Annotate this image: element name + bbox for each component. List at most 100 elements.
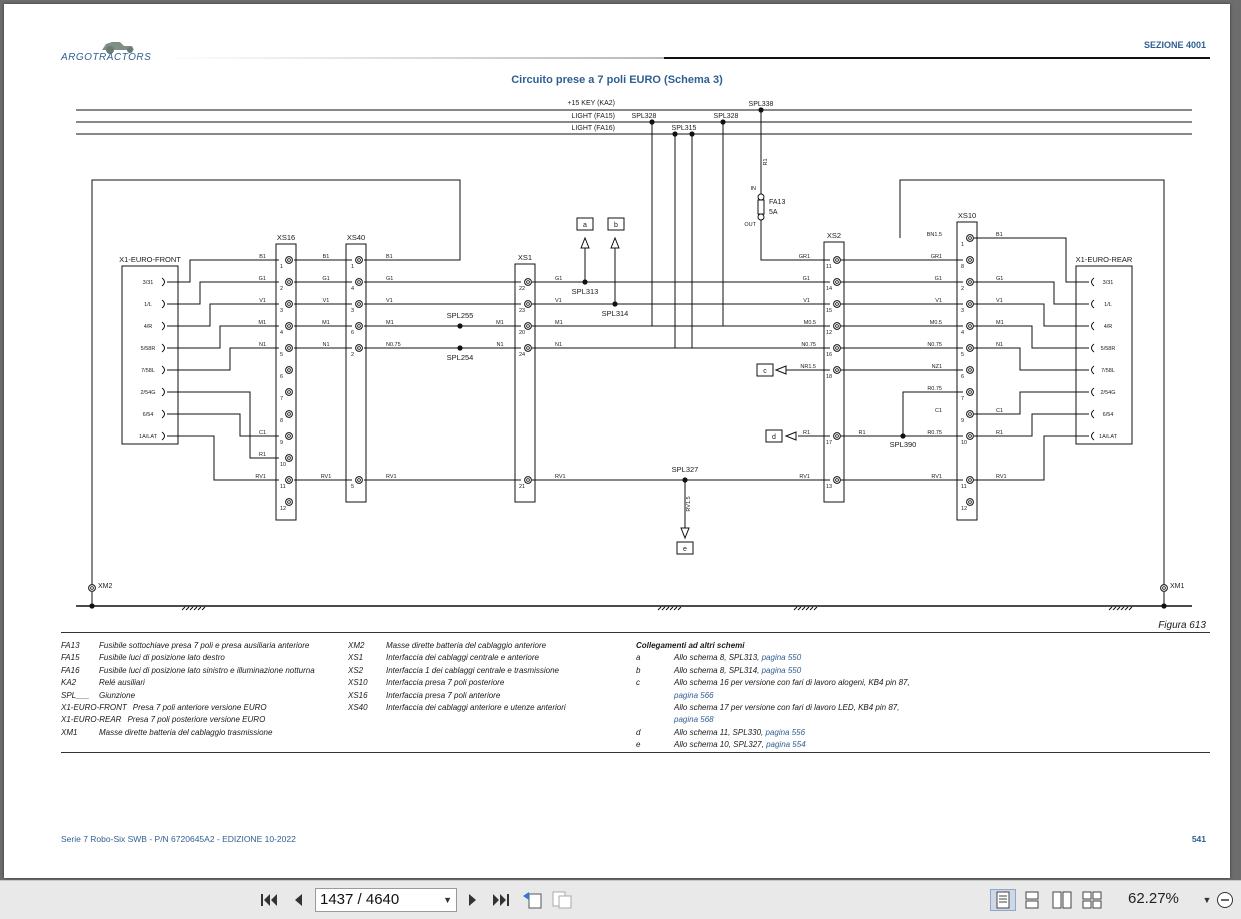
- ground-hatch: [1124, 606, 1129, 611]
- first-page-icon[interactable]: [258, 889, 280, 911]
- connector-pin-inner: [835, 346, 839, 350]
- connector-pin-inner: [526, 280, 530, 284]
- front-socket-pin: 3/31: [143, 280, 154, 286]
- legend-top-rule: [61, 632, 1210, 633]
- connector-pin-inner: [968, 412, 972, 416]
- connector-pin-inner: [526, 478, 530, 482]
- wire-label: RV1: [996, 474, 1007, 480]
- xs16-pin-number: 8: [280, 418, 283, 424]
- ground-hatch: [1108, 606, 1113, 611]
- xs16-pin-number: 5: [280, 352, 283, 358]
- next-page-icon[interactable]: [463, 889, 483, 911]
- connector-pin-inner: [287, 258, 291, 262]
- page-number-select[interactable]: 1437 / 4640 ▼: [315, 888, 457, 912]
- figure-caption: Figura 613: [1158, 620, 1206, 631]
- connector-pin-inner: [835, 324, 839, 328]
- ref-a: a: [583, 222, 587, 229]
- continuous-icon[interactable]: [1020, 889, 1044, 911]
- last-page-icon[interactable]: [490, 889, 512, 911]
- connector-pin-inner: [287, 324, 291, 328]
- ground-xm1-dot: [1161, 603, 1167, 609]
- ref-e: e: [683, 546, 687, 553]
- front-socket-pin: 4/R: [144, 324, 153, 330]
- wire-label: N0.75: [801, 342, 816, 348]
- single-page-icon[interactable]: [990, 889, 1016, 911]
- connector-pin-inner: [835, 302, 839, 306]
- xs40-pin-number: 5: [351, 484, 354, 490]
- xs16-pin-number: 12: [280, 506, 286, 512]
- ground-hatch: [1116, 606, 1121, 611]
- wire-label: M0.5: [804, 320, 816, 326]
- arrow-left-icon: [774, 365, 787, 375]
- ref-c: c: [763, 368, 767, 375]
- ground-hatch: [189, 606, 194, 611]
- connector-pin-inner: [968, 346, 972, 350]
- wire-label: V1: [386, 298, 393, 304]
- xs10-pin-number: 3: [961, 308, 964, 314]
- splice-label: SPL255: [447, 311, 474, 320]
- continuous-facing-icon[interactable]: [1080, 889, 1104, 911]
- rear-socket-pin: 3/31: [1103, 280, 1114, 286]
- zoom-dropdown-icon[interactable]: ▼: [1200, 889, 1214, 911]
- splice-label: SPL390: [890, 440, 917, 449]
- xs10-pin-number: 10: [961, 440, 967, 446]
- ground-hatch: [181, 606, 186, 611]
- xs16-pin-number: 2: [280, 286, 283, 292]
- xs16-pin-number: 11: [280, 484, 286, 490]
- legend-item: FA13 Fusibile sottochiave presa 7 poli e …: [61, 641, 310, 650]
- wire-label: N1: [496, 342, 503, 348]
- bus-label-fa15: LIGHT (FA15): [572, 113, 615, 120]
- wire-label: B1: [386, 254, 393, 260]
- connector-pin-inner: [287, 478, 291, 482]
- wire-label: G1: [555, 276, 562, 282]
- document-viewer[interactable]: ARGOTRACTORS SEZIONE 4001 Circuito prese…: [0, 0, 1241, 880]
- rear-socket-pin: 1A/LAT: [1099, 434, 1118, 440]
- fuse-out-label: OUT: [744, 222, 756, 228]
- front-socket-pin: 1/L: [144, 302, 152, 308]
- xs2-pin-number: 15: [826, 308, 832, 314]
- wire-label: M1: [555, 320, 563, 326]
- connector-pin-inner: [357, 280, 361, 284]
- legend-bottom-rule: [61, 752, 1210, 753]
- connector-pin-inner: [1162, 586, 1166, 590]
- splice-label: SPL327: [672, 465, 699, 474]
- facing-icon[interactable]: [1050, 889, 1074, 911]
- xs10-pin-number: 4: [961, 330, 964, 336]
- connector-pin-inner: [357, 258, 361, 262]
- xs1-label: XS1: [518, 253, 532, 262]
- fuse-in-label: IN: [751, 186, 757, 192]
- legend-link-item: c Allo schema 16 per versione con fari di…: [636, 678, 910, 688]
- splice-label: SPL314: [602, 309, 629, 318]
- xs2-pin-number: 13: [826, 484, 832, 490]
- ground-hatch: [669, 606, 674, 611]
- ground-hatch: [673, 606, 678, 611]
- connector-pin-inner: [968, 368, 972, 372]
- wire-v1-rear: [974, 303, 1089, 327]
- connector-pin-inner: [287, 302, 291, 306]
- ref-d: d: [772, 434, 776, 441]
- wire-c1-rear: [974, 391, 1089, 415]
- bus-label-fa16: LIGHT (FA16): [572, 125, 615, 132]
- wire-fuse-gr1: [760, 220, 830, 261]
- xs10-pin-number: 1: [961, 242, 964, 248]
- legend-link-item: e Allo schema 10, SPL327, pagina 554: [636, 740, 806, 750]
- zoom-out-icon[interactable]: [1214, 889, 1236, 911]
- wire-label: N0.75: [386, 342, 401, 348]
- legend-link-item: d Allo schema 11, SPL330, pagina 556: [636, 727, 806, 737]
- ground-hatch: [805, 606, 810, 611]
- fuse-name: FA13: [769, 199, 785, 206]
- legend-item: X1-EURO-FRONT Presa 7 poli anteriore vers…: [61, 703, 267, 713]
- legend-item: XS10 Interfaccia presa 7 poli posteriore: [348, 678, 505, 688]
- connector-pin-inner: [526, 302, 530, 306]
- forward-view-icon[interactable]: [550, 889, 574, 911]
- back-view-icon[interactable]: [520, 889, 544, 911]
- prev-page-icon[interactable]: [288, 889, 308, 911]
- splice-spl255: [457, 323, 463, 329]
- xs1-body: [514, 263, 536, 503]
- xs2-pin-number: 12: [826, 330, 832, 336]
- legend-item: KA2 Relé ausiliari: [61, 678, 145, 688]
- ground-hatch: [677, 606, 682, 611]
- wire-label: RV1: [555, 474, 566, 480]
- zoom-level[interactable]: 62.27%: [1128, 890, 1179, 907]
- rear-socket-pin: 1/L: [1104, 302, 1112, 308]
